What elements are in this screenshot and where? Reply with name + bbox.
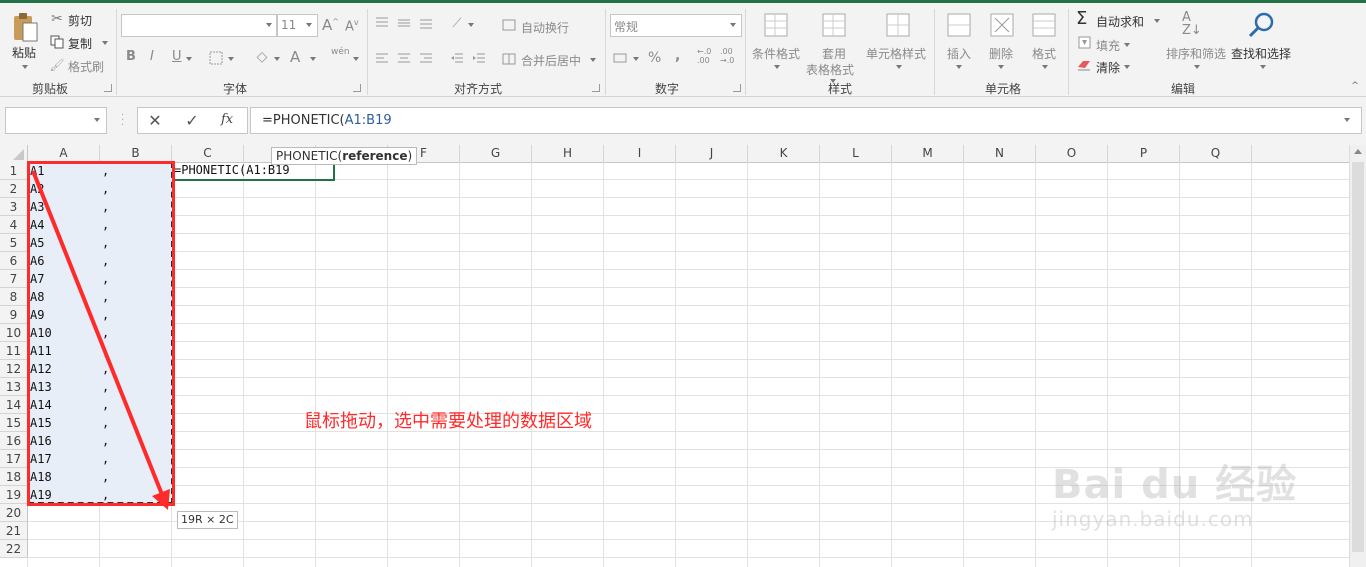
annotation-text: 鼠标拖动，选中需要处理的数据区域 [304,411,592,432]
scroll-up-icon[interactable] [1354,149,1362,154]
vertical-scrollbar[interactable] [1349,145,1366,567]
scrollbar-thumb[interactable] [1352,162,1364,552]
watermark-logo: Bai du 经验 [1052,462,1298,508]
watermark-url: jingyan.baidu.com [1052,507,1254,531]
